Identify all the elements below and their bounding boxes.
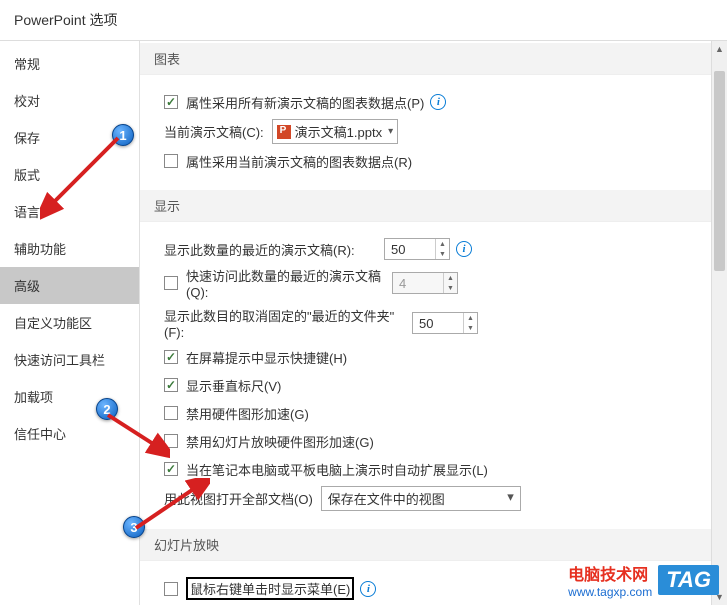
scrollbar-thumb[interactable] — [714, 71, 725, 271]
label-vertical-ruler: 显示垂直标尺(V) — [186, 376, 281, 395]
checkbox-shortcut-in-tooltip[interactable] — [164, 350, 178, 364]
watermark-title: 电脑技术网 — [568, 567, 648, 584]
main-area: 常规 校对 保存 版式 语言 辅助功能 高级 自定义功能区 快速访问工具栏 加载… — [0, 40, 727, 605]
annotation-callout-3: 3 — [123, 516, 145, 538]
checkbox-current-chart-points[interactable] — [164, 154, 178, 168]
section-header-slideshow: 幻灯片放映 — [140, 529, 711, 561]
sidebar-item-customize-ribbon[interactable]: 自定义功能区 — [0, 304, 139, 341]
label-current-chart-points: 属性采用当前演示文稿的图表数据点(R) — [186, 152, 412, 171]
label-auto-extend-display: 当在笔记本电脑或平板电脑上演示时自动扩展显示(L) — [186, 460, 488, 479]
scroll-up-icon[interactable]: ▲ — [712, 41, 727, 57]
checkbox-all-new-chart-points[interactable] — [164, 95, 178, 109]
sidebar-item-addins[interactable]: 加载项 — [0, 378, 139, 415]
label-quick-access-recent: 快速访问此数量的最近的演示文稿(Q): — [186, 266, 392, 300]
checkbox-auto-extend-display[interactable] — [164, 462, 178, 476]
sidebar-item-language[interactable]: 语言 — [0, 193, 139, 230]
label-shortcut-in-tooltip: 在屏幕提示中显示快捷键(H) — [186, 348, 347, 367]
spinner-unpinned-count[interactable]: 50 ▲▼ — [412, 312, 478, 334]
checkbox-vertical-ruler[interactable] — [164, 378, 178, 392]
label-current-presentation: 当前演示文稿(C): — [164, 122, 264, 141]
info-icon[interactable]: i — [430, 94, 446, 110]
chevron-down-icon: ▾ — [388, 126, 393, 137]
label-disable-hw-accel: 禁用硬件图形加速(G) — [186, 404, 309, 423]
vertical-scrollbar[interactable]: ▲ ▼ — [711, 41, 727, 605]
sidebar-item-qat[interactable]: 快速访问工具栏 — [0, 341, 139, 378]
section-header-chart: 图表 — [140, 43, 711, 75]
watermark-url: www.tagxp.com — [568, 585, 652, 599]
content-panel: 图表 属性采用所有新演示文稿的图表数据点(P) i 当前演示文稿(C): 演示文… — [140, 41, 727, 605]
spinner-recent-count[interactable]: 50 ▲▼ — [384, 238, 450, 260]
checkbox-disable-slideshow-accel[interactable] — [164, 434, 178, 448]
sidebar-item-accessibility[interactable]: 辅助功能 — [0, 230, 139, 267]
spin-down-icon[interactable]: ▼ — [464, 323, 477, 333]
label-recent-count: 显示此数量的最近的演示文稿(R): — [164, 240, 384, 259]
spin-down-icon[interactable]: ▼ — [436, 249, 449, 259]
watermark-tag: TAG — [658, 565, 719, 595]
spinner-quick-count: 4 ▲▼ — [392, 272, 458, 294]
annotation-callout-2: 2 — [96, 398, 118, 420]
powerpoint-file-icon — [277, 125, 291, 139]
sidebar-item-layout[interactable]: 版式 — [0, 156, 139, 193]
sidebar-item-proofing[interactable]: 校对 — [0, 82, 139, 119]
dropdown-current-presentation[interactable]: 演示文稿1.pptx ▾ — [272, 119, 398, 144]
label-unpinned-folders: 显示此数目的取消固定的"最近的文件夹"(F): — [164, 306, 412, 340]
checkbox-disable-hw-accel[interactable] — [164, 406, 178, 420]
label-right-click-menu: 鼠标右键单击时显示菜单(E) — [190, 582, 350, 597]
info-icon[interactable]: i — [360, 581, 376, 597]
highlight-right-click-menu: 鼠标右键单击时显示菜单(E) — [186, 577, 354, 600]
sidebar-item-general[interactable]: 常规 — [0, 45, 139, 82]
spin-up-icon[interactable]: ▲ — [464, 313, 477, 323]
dropdown-current-value: 演示文稿1.pptx — [295, 122, 382, 141]
label-open-all-view: 用此视图打开全部文档(O) — [164, 489, 313, 508]
select-open-all-view[interactable]: 保存在文件中的视图 — [321, 486, 521, 511]
watermark: 电脑技术网 www.tagxp.com TAG — [568, 561, 719, 599]
section-header-display: 显示 — [140, 190, 711, 222]
checkbox-quick-access-recent[interactable] — [164, 276, 178, 290]
sidebar-item-trust-center[interactable]: 信任中心 — [0, 415, 139, 452]
info-icon[interactable]: i — [456, 241, 472, 257]
sidebar-item-advanced[interactable]: 高级 — [0, 267, 139, 304]
label-all-new-chart-points: 属性采用所有新演示文稿的图表数据点(P) — [186, 93, 424, 112]
spinner-quick-value: 4 — [393, 273, 443, 293]
spinner-unpinned-value: 50 — [413, 313, 463, 333]
checkbox-right-click-menu[interactable] — [164, 582, 178, 596]
annotation-callout-1: 1 — [112, 124, 134, 146]
spin-up-icon[interactable]: ▲ — [436, 239, 449, 249]
label-disable-slideshow-accel: 禁用幻灯片放映硬件图形加速(G) — [186, 432, 374, 451]
spinner-recent-value: 50 — [385, 239, 435, 259]
window-title: PowerPoint 选项 — [0, 0, 727, 40]
